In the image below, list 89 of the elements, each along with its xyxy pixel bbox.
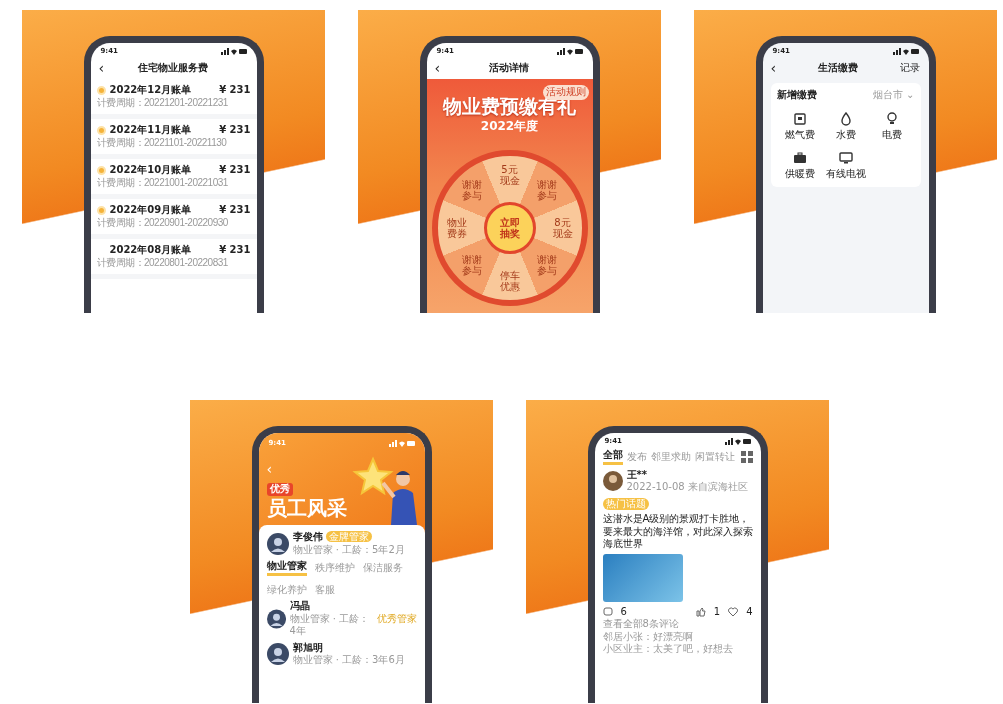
status-icons xyxy=(892,48,919,55)
banner-headline: 员工风采 xyxy=(266,495,348,521)
spin-button[interactable]: 立即抽奖 xyxy=(483,201,536,254)
prize-label: 停车优惠 xyxy=(498,269,521,292)
prize-label: 5元现金 xyxy=(498,163,521,186)
bill-item[interactable]: 2022年11月账单 ¥ 231 计费周期：20221101-20221130 xyxy=(90,119,257,159)
back-button[interactable]: ‹ xyxy=(770,61,777,75)
billing-period: 计费周期：20220901-20220930 xyxy=(96,216,228,229)
bill-amount: ¥ 231 xyxy=(219,84,251,97)
prize-label: 谢谢参与 xyxy=(535,179,558,202)
bill-amount: ¥ 231 xyxy=(219,124,251,137)
comment-icon xyxy=(602,606,613,617)
monitor-icon xyxy=(838,151,853,165)
status-icons xyxy=(220,48,247,55)
lightbulb-icon xyxy=(884,111,899,126)
post-meta: 2022-10-08 来自滨海社区 xyxy=(626,481,748,494)
utility-label: 供暖费 xyxy=(784,168,815,181)
staff-info: 物业管家 · 工龄：3年6月 xyxy=(292,654,405,667)
status-icons xyxy=(724,438,751,445)
bill-amount: ¥ 231 xyxy=(219,164,251,177)
utility-label: 电费 xyxy=(881,128,902,141)
heart-icon xyxy=(728,606,739,617)
bill-name: 2022年11月账单 xyxy=(109,124,192,137)
comment-line: 邻居小张：好漂亮啊 xyxy=(602,630,694,643)
briefcase-icon xyxy=(792,151,807,165)
status-icons xyxy=(388,440,415,447)
avatar-icon xyxy=(266,607,286,630)
drop-icon xyxy=(838,111,853,126)
staff-info: 物业管家 · 工龄：4年 xyxy=(289,612,371,638)
back-button[interactable]: ‹ xyxy=(434,61,441,75)
bill-name: 2022年12月账单 xyxy=(109,84,192,97)
prize-label: 谢谢参与 xyxy=(535,254,558,277)
bill-item[interactable]: 2022年10月账单 ¥ 231 计费周期：20221001-20221031 xyxy=(90,159,257,199)
utility-label: 有线电视 xyxy=(825,168,866,181)
status-icons xyxy=(556,48,583,55)
staff-note: 优秀管家 xyxy=(376,612,417,625)
category-tab[interactable]: 物业管家 xyxy=(266,560,307,576)
thumbs-up-icon xyxy=(695,606,706,617)
feed-tab[interactable]: 全部 xyxy=(602,449,623,465)
page-title: 生活缴费 xyxy=(818,61,859,75)
prize-label: 物业费券 xyxy=(445,216,468,239)
grid-icon[interactable] xyxy=(740,450,753,463)
billing-period: 计费周期：20221201-20221231 xyxy=(96,96,228,109)
utility-label: 水费 xyxy=(835,128,856,141)
utility-item[interactable]: 供暖费 xyxy=(776,151,823,181)
bill-item[interactable]: 2022年08月账单 ¥ 231 计费周期：20220801-20220831 xyxy=(90,239,257,279)
staff-badge: 金牌管家 xyxy=(325,531,372,542)
rules-button[interactable]: 活动规则 xyxy=(542,85,589,100)
bill-item[interactable]: 2022年09月账单 ¥ 231 计费周期：20220901-20220930 xyxy=(90,199,257,239)
like-count: 1 xyxy=(713,605,721,618)
bill-amount: ¥ 231 xyxy=(219,244,251,257)
staff-name: 郭旭明 xyxy=(292,641,324,654)
page-title: 活动详情 xyxy=(489,61,530,75)
bill-name: 2022年08月账单 xyxy=(109,244,192,257)
billing-period: 计费周期：20221001-20221031 xyxy=(96,176,228,189)
page-title: 住宅物业服务费 xyxy=(138,61,209,75)
utility-label: 燃气费 xyxy=(784,128,815,141)
topic-tag: 热门话题 xyxy=(602,497,649,510)
post-text: 这潜水是A级别的景观打卡胜地，要来最大的海洋馆，对此深入探索海底世界 xyxy=(602,513,753,551)
utility-item[interactable]: 水费 xyxy=(822,111,869,141)
bill-name: 2022年09月账单 xyxy=(109,204,192,217)
promo-year: 2022年度 xyxy=(480,118,539,134)
meter-icon xyxy=(792,111,807,126)
avatar-icon xyxy=(602,471,623,491)
staff-info: 物业管家 · 工龄：5年2月 xyxy=(292,543,405,556)
comment-count: 6 xyxy=(620,605,627,618)
utility-item[interactable]: 燃气费 xyxy=(776,111,823,141)
award-tag: 优秀 xyxy=(266,483,293,496)
bill-item[interactable]: 2022年12月账单 ¥ 231 计费周期：20221201-20221231 xyxy=(90,79,257,119)
record-link[interactable]: 记录 xyxy=(900,61,921,75)
billing-period: 计费周期：20221101-20221130 xyxy=(96,136,227,149)
prize-label: 谢谢参与 xyxy=(461,254,483,277)
avatar-icon xyxy=(266,643,289,665)
author-name: 王** xyxy=(626,468,648,481)
prize-label: 8元现金 xyxy=(551,216,574,239)
staff-name: 冯晶 xyxy=(289,600,311,613)
utility-item[interactable]: 电费 xyxy=(868,111,915,141)
bill-amount: ¥ 231 xyxy=(219,204,251,217)
prize-label: 谢谢参与 xyxy=(461,179,483,202)
billing-period: 计费周期：20220801-20220831 xyxy=(96,256,228,269)
bill-name: 2022年10月账单 xyxy=(109,164,192,177)
back-button[interactable]: ‹ xyxy=(98,61,105,75)
comment-line: 小区业主：太美了吧，好想去 xyxy=(602,643,734,656)
avatar-icon xyxy=(266,532,289,555)
utility-item[interactable]: 有线电视 xyxy=(822,151,869,181)
favorite-count: 4 xyxy=(746,605,753,618)
comment-line: 查看全部8条评论 xyxy=(602,618,680,631)
staff-name: 李俊伟 xyxy=(292,531,323,542)
section-title: 新增缴费 xyxy=(776,89,817,102)
